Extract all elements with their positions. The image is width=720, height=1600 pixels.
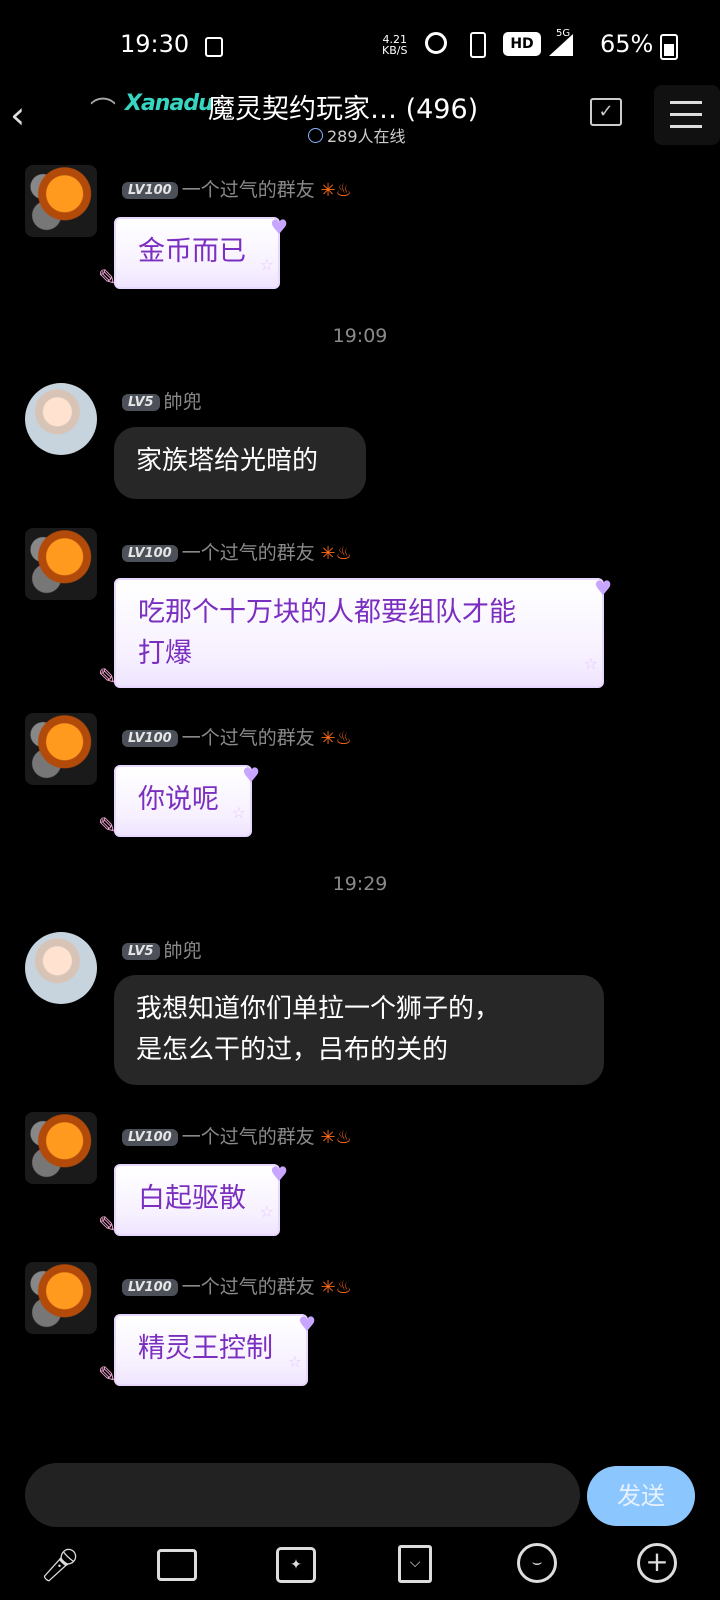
screen-cast-icon[interactable] [157, 1549, 197, 1581]
message-bubble[interactable]: 白起驱散 ♥ ✎ ☆ [98, 1162, 288, 1238]
emoji-icon[interactable]: ⌣ [517, 1543, 557, 1583]
chat-header: ‹ ⌒ Xanadu 魔灵契约玩家… (496) 289人在线 ✓ [0, 85, 720, 147]
group-title[interactable]: 魔灵契约玩家… (496) [208, 87, 478, 126]
sender-name[interactable]: 一个过气的群友 [182, 1276, 315, 1298]
avatar[interactable] [25, 932, 97, 1004]
message-bubble[interactable]: 你说呢 ♥ ✎ ☆ [98, 763, 260, 839]
level-badge: LV100 [122, 1279, 178, 1296]
network-type: 5G [556, 28, 571, 39]
send-button[interactable]: 发送 [587, 1466, 695, 1526]
message-text: 金币而已 [138, 236, 246, 267]
sender-name[interactable]: 一个过气的群友 [182, 542, 315, 564]
photo-icon[interactable]: ✦ [276, 1547, 316, 1583]
pen-icon: ✎ [98, 814, 117, 839]
heart-icon: ♥ [242, 763, 260, 787]
sender-line: LV5 帥兜 [122, 387, 202, 413]
avatar[interactable] [25, 1262, 97, 1334]
group-logo: Xanadu [125, 91, 214, 116]
message-text: 精灵王控制 [138, 1333, 273, 1364]
sender-name[interactable]: 帥兜 [164, 940, 202, 962]
pen-icon: ✎ [98, 1213, 117, 1238]
download-icon [205, 37, 223, 57]
fire-icon: ✳♨ [314, 1277, 352, 1298]
ear-icon[interactable]: ⌒ [90, 91, 116, 128]
online-icon [308, 128, 323, 143]
message-text-line1: 吃那个十万块的人都要组队才能 [138, 597, 516, 628]
star-icon: ☆ [287, 1352, 302, 1371]
gift-bag-icon[interactable]: ⌵ [398, 1545, 432, 1583]
heart-icon: ♥ [270, 1162, 288, 1186]
message-text-line1: 我想知道你们单拉一个狮子的， [136, 994, 501, 1024]
phone-icon [470, 32, 486, 58]
level-badge: LV5 [122, 394, 160, 411]
sender-line: LV100 一个过气的群友 ✳♨ [122, 1122, 352, 1148]
timestamp: 19:29 [332, 873, 388, 895]
checkin-calendar-icon[interactable]: ✓ [590, 98, 622, 126]
pen-icon: ✎ [98, 266, 117, 291]
avatar[interactable] [25, 1112, 97, 1184]
message-bubble[interactable]: 金币而已 ♥ ✎ ☆ [98, 215, 288, 291]
heart-icon: ♥ [298, 1312, 316, 1336]
message-input[interactable] [25, 1463, 580, 1527]
star-icon: ☆ [259, 1202, 274, 1221]
menu-bar [670, 125, 702, 128]
hd-badge: HD [503, 32, 541, 56]
menu-button[interactable] [654, 85, 720, 145]
sender-name[interactable]: 一个过气的群友 [182, 179, 315, 201]
back-button[interactable]: ‹ [10, 93, 25, 137]
message-bubble[interactable]: 家族塔给光暗的 [114, 427, 366, 499]
sender-line: LV100 一个过气的群友 ✳♨ [122, 538, 352, 564]
message-bubble[interactable]: 精灵王控制 ♥ ✎ ☆ [98, 1312, 316, 1388]
online-count: 289人在线 [308, 123, 406, 147]
message-text: 家族塔给光暗的 [136, 446, 319, 476]
timestamp: 19:09 [332, 325, 388, 347]
star-icon: ☆ [259, 255, 274, 274]
heart-icon: ♥ [594, 576, 612, 600]
message-bubble[interactable]: 我想知道你们单拉一个狮子的， 是怎么干的过，吕布的关的 [114, 975, 604, 1085]
sender-name[interactable]: 一个过气的群友 [182, 727, 315, 749]
star-icon: ☆ [231, 803, 246, 822]
message-text: 你说呢 [138, 784, 219, 815]
level-badge: LV100 [122, 730, 178, 747]
fire-icon: ✳♨ [314, 728, 352, 749]
message-bubble[interactable]: 吃那个十万块的人都要组队才能 打爆 ♥ ✎ ☆ [98, 576, 612, 690]
avatar[interactable] [25, 528, 97, 600]
sender-line: LV100 一个过气的群友 ✳♨ [122, 723, 352, 749]
avatar[interactable] [25, 713, 97, 785]
status-bar: 19:30 4.21 KB/S HD 5G 65% [0, 0, 720, 90]
sender-name[interactable]: 帥兜 [164, 391, 202, 413]
message-text-line2: 是怎么干的过，吕布的关的 [136, 1035, 449, 1065]
sender-line: LV100 一个过气的群友 ✳♨ [122, 1272, 352, 1298]
pen-icon: ✎ [98, 665, 117, 690]
status-time: 19:30 [120, 30, 190, 58]
battery-percent: 65% [600, 30, 654, 58]
plus-icon[interactable]: + [637, 1543, 677, 1583]
online-count-text: 289人在线 [327, 127, 406, 146]
fire-icon: ✳♨ [314, 543, 352, 564]
network-speed: 4.21 KB/S [382, 34, 407, 56]
fire-icon: ✳♨ [314, 1127, 352, 1148]
avatar[interactable] [25, 165, 97, 237]
pen-icon: ✎ [98, 1363, 117, 1388]
sender-line: LV100 一个过气的群友 ✳♨ [122, 175, 352, 201]
message-text: 白起驱散 [138, 1183, 246, 1214]
star-icon: ☆ [583, 654, 598, 673]
microphone-icon[interactable]: 🎤︎ [38, 1543, 82, 1587]
menu-bar [670, 113, 702, 116]
alarm-icon [425, 32, 447, 54]
sender-line: LV5 帥兜 [122, 936, 202, 962]
level-badge: LV100 [122, 1129, 178, 1146]
level-badge: LV100 [122, 545, 178, 562]
network-speed-unit: KB/S [382, 44, 408, 57]
battery-icon [660, 34, 678, 60]
message-text-line2: 打爆 [138, 638, 192, 669]
sender-name[interactable]: 一个过气的群友 [182, 1126, 315, 1148]
avatar[interactable] [25, 383, 97, 455]
menu-bar [670, 101, 702, 104]
level-badge: LV5 [122, 943, 160, 960]
fire-icon: ✳♨ [314, 180, 352, 201]
heart-icon: ♥ [270, 215, 288, 239]
level-badge: LV100 [122, 182, 178, 199]
bottom-toolbar: 🎤︎ ✦ ⌵ ⌣ + [0, 1535, 720, 1595]
